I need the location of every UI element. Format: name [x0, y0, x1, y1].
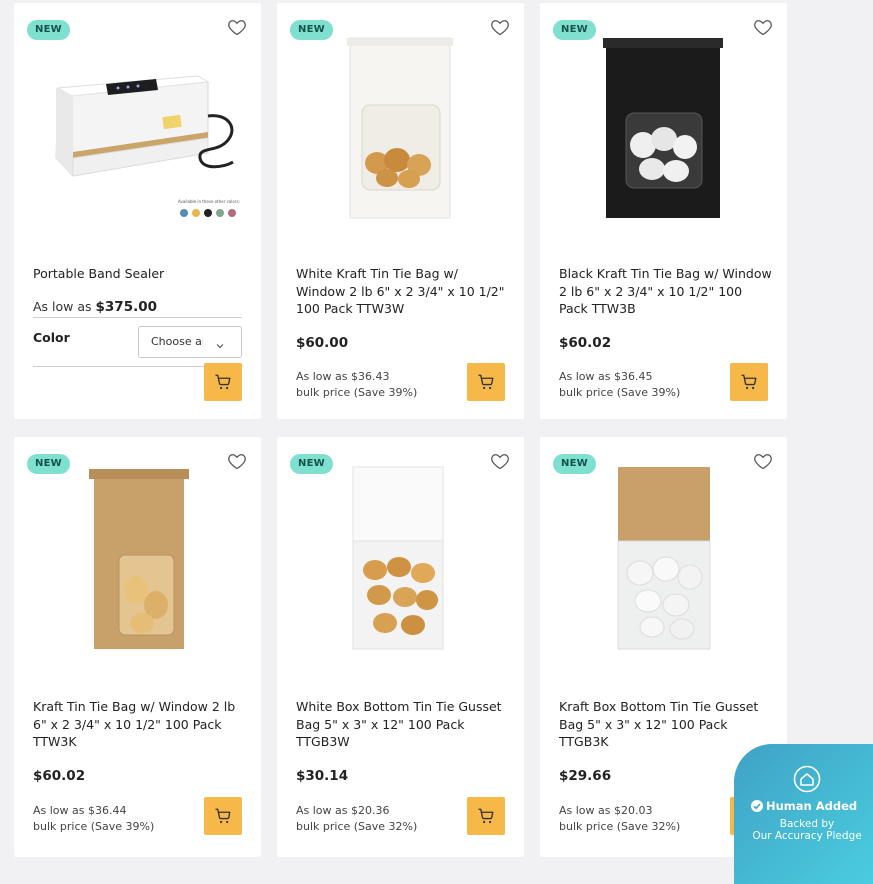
add-to-cart-button[interactable]	[467, 797, 505, 835]
pledge-subtitle: Backed by Our Accuracy Pledge	[752, 818, 862, 842]
wishlist-heart-icon[interactable]	[227, 17, 247, 37]
swatch-caption: Available in these other colors:	[178, 199, 240, 204]
product-title[interactable]: Black Kraft Tin Tie Bag w/ Window 2 lb 6…	[559, 265, 773, 318]
product-price: $60.00	[296, 335, 349, 351]
product-price: $30.14	[296, 768, 349, 784]
product-card-kraft-tin-tie[interactable]: NEW Kraft Tin Tie Bag w/ Window 2 lb 6" …	[14, 437, 261, 857]
product-title[interactable]: Kraft Tin Tie Bag w/ Window 2 lb 6" x 2 …	[33, 698, 247, 751]
shopping-cart-icon	[741, 374, 757, 390]
check-circle-icon	[751, 800, 763, 812]
product-price: $60.02	[33, 768, 86, 784]
shopping-cart-icon	[215, 374, 231, 390]
bulk-price: As low as $36.45 bulk price (Save 39%)	[559, 370, 681, 399]
product-image-white-gusset-bag[interactable]	[277, 465, 524, 660]
color-option-row: Color Choose an Option...	[33, 317, 242, 367]
house-shield-icon	[793, 765, 821, 797]
product-price: $60.02	[559, 335, 612, 351]
add-to-cart-button[interactable]	[467, 363, 505, 401]
product-image-black-tin-tie-bag[interactable]	[540, 33, 787, 228]
product-title[interactable]: White Box Bottom Tin Tie Gusset Bag 5" x…	[296, 698, 510, 751]
color-label: Color	[33, 330, 70, 345]
shopping-cart-icon	[478, 808, 494, 824]
product-card-band-sealer[interactable]: NEW Available in these other colors: Por…	[14, 3, 261, 419]
pledge-title: Human Added	[751, 799, 857, 813]
bulk-price: As low as $36.44 bulk price (Save 39%)	[33, 804, 155, 833]
product-price: $29.66	[559, 768, 612, 784]
accuracy-pledge-widget[interactable]: Human Added Backed by Our Accuracy Pledg…	[734, 744, 873, 884]
product-image-band-sealer[interactable]: Available in these other colors:	[14, 58, 261, 228]
add-to-cart-button[interactable]	[204, 797, 242, 835]
bulk-price: As low as $20.03 bulk price (Save 32%)	[559, 804, 681, 833]
product-title[interactable]: Portable Band Sealer	[33, 265, 247, 283]
product-card-white-tin-tie[interactable]: NEW White Kraft Tin Tie Bag w/ Window 2 …	[277, 3, 524, 419]
product-image-kraft-gusset-bag[interactable]	[540, 465, 787, 660]
product-image-white-tin-tie-bag[interactable]	[277, 33, 524, 228]
product-card-white-gusset[interactable]: NEW White Box Bottom Tin Tie Gusset Bag …	[277, 437, 524, 857]
shopping-cart-icon	[478, 374, 494, 390]
as-low-as-price: As low as $375.00	[33, 299, 158, 315]
product-card-black-tin-tie[interactable]: NEW Black Kraft Tin Tie Bag w/ Window 2 …	[540, 3, 787, 419]
new-badge: NEW	[27, 20, 70, 40]
product-title[interactable]: White Kraft Tin Tie Bag w/ Window 2 lb 6…	[296, 265, 510, 318]
chevron-down-icon	[215, 336, 225, 355]
add-to-cart-button[interactable]	[730, 363, 768, 401]
product-image-kraft-tin-tie-bag[interactable]	[14, 465, 261, 660]
shopping-cart-icon	[215, 808, 231, 824]
color-select[interactable]: Choose an Option...	[138, 326, 242, 358]
add-to-cart-button[interactable]	[204, 363, 242, 401]
bulk-price: As low as $20.36 bulk price (Save 32%)	[296, 804, 418, 833]
product-title[interactable]: Kraft Box Bottom Tin Tie Gusset Bag 5" x…	[559, 698, 773, 751]
bulk-price: As low as $36.43 bulk price (Save 39%)	[296, 370, 418, 399]
